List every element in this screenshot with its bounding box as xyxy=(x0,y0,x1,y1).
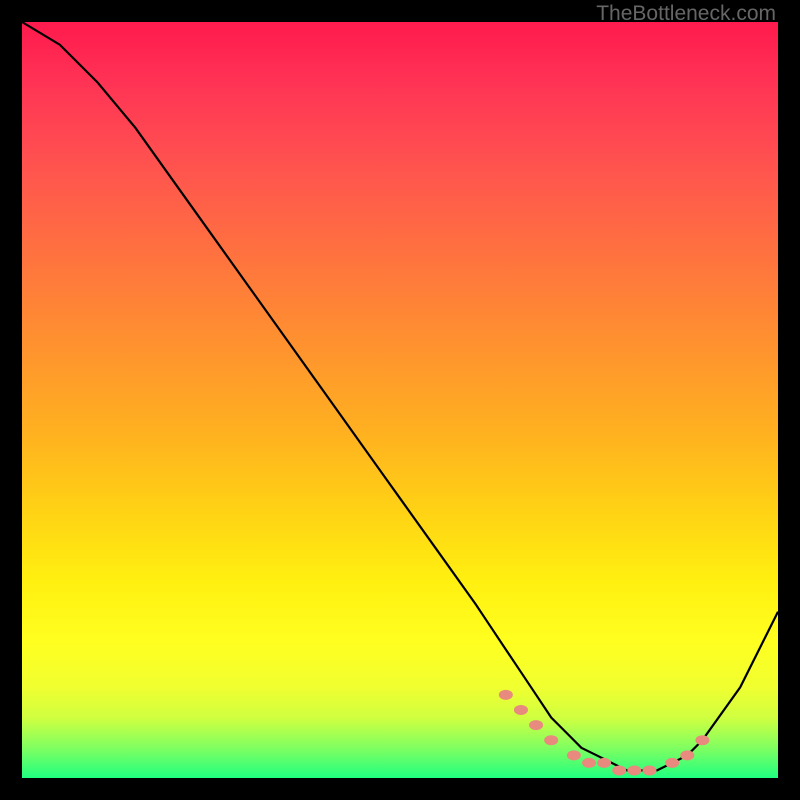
plot-area xyxy=(22,22,778,778)
marker-dot xyxy=(680,750,694,760)
curve-line xyxy=(22,22,778,770)
marker-dots xyxy=(499,690,710,776)
marker-dot xyxy=(627,765,641,775)
marker-dot xyxy=(567,750,581,760)
marker-dot xyxy=(597,758,611,768)
chart-svg xyxy=(22,22,778,778)
chart-container: TheBottleneck.com xyxy=(0,0,800,800)
marker-dot xyxy=(642,765,656,775)
marker-dot xyxy=(514,705,528,715)
marker-dot xyxy=(582,758,596,768)
marker-dot xyxy=(612,765,626,775)
watermark-text: TheBottleneck.com xyxy=(596,2,776,26)
marker-dot xyxy=(544,735,558,745)
marker-dot xyxy=(665,758,679,768)
marker-dot xyxy=(695,735,709,745)
marker-dot xyxy=(529,720,543,730)
marker-dot xyxy=(499,690,513,700)
